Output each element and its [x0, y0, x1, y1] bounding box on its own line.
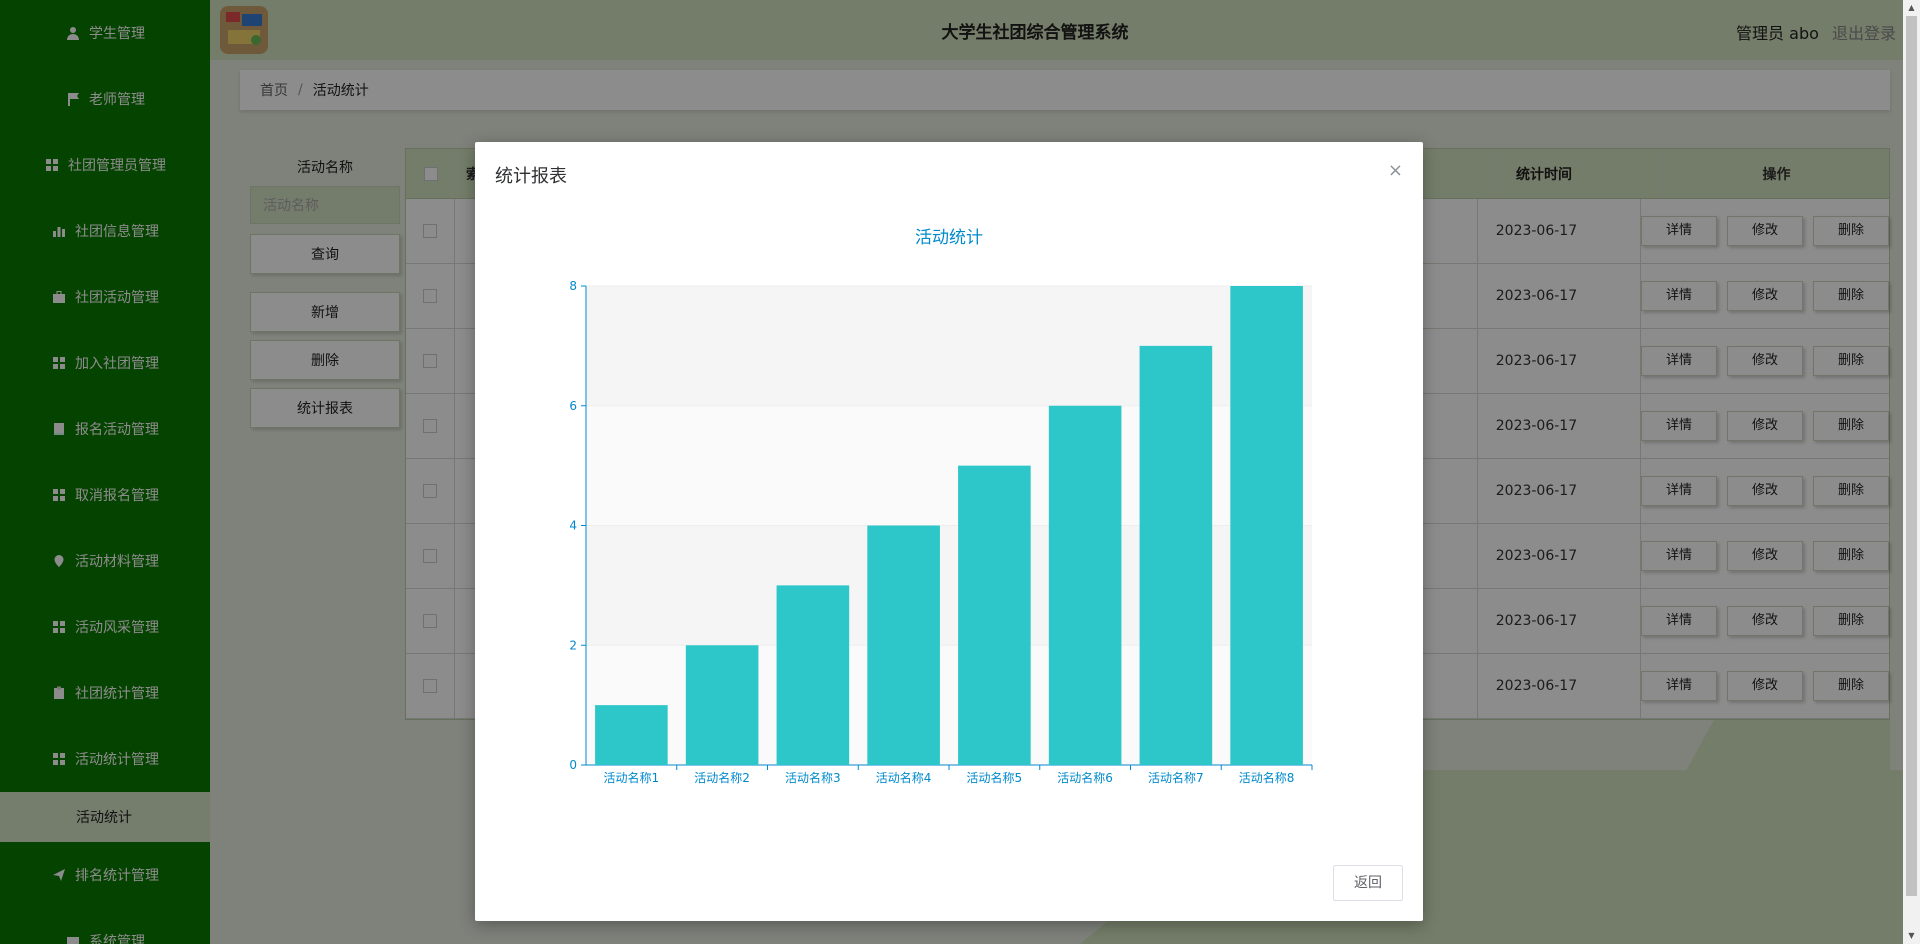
bar [958, 465, 1031, 765]
x-tick-label: 活动名称2 [694, 770, 750, 785]
y-tick-label: 4 [569, 519, 577, 533]
y-tick-label: 8 [569, 279, 577, 293]
bar [685, 645, 759, 765]
bar [776, 585, 850, 765]
bar [1230, 286, 1303, 765]
chart-container: 活动统计 0 2 4 6 8 活动名称1 活动名称2 活动名称3 活动名称4 活动名称5 活动名称6 活… [475, 142, 1423, 842]
x-tick-label: 活动名称3 [785, 770, 841, 785]
x-tick-label: 活动名称4 [876, 770, 932, 785]
x-tick-label: 活动名称6 [1057, 770, 1113, 785]
x-tick-label: 活动名称5 [967, 770, 1023, 785]
y-tick-label: 6 [569, 399, 577, 413]
report-modal: 统计报表 × 活动统计 0 2 4 6 8 活动名称1 活动名称2 活动名称3 活动名称4 活动名称… [475, 142, 1423, 921]
bar [1048, 405, 1122, 765]
y-tick-label: 2 [569, 638, 577, 652]
x-tick-label: 活动名称8 [1239, 770, 1295, 785]
scroll-up-icon[interactable]: ▲ [1903, 0, 1920, 16]
back-button[interactable]: 返回 [1333, 865, 1403, 901]
bar-chart: 活动统计 0 2 4 6 8 活动名称1 活动名称2 活动名称3 活动名称4 活动名称5 活动名称6 活… [569, 228, 1313, 785]
bar [595, 705, 668, 765]
bar [867, 525, 940, 765]
chart-title: 活动统计 [915, 228, 983, 248]
y-tick-label: 0 [569, 758, 577, 772]
x-tick-label: 活动名称1 [604, 770, 660, 785]
bar [1139, 345, 1213, 765]
scroll-down-icon[interactable]: ▼ [1903, 928, 1920, 944]
scrollbar[interactable]: ▲ ▼ [1903, 0, 1920, 944]
scroll-thumb[interactable] [1906, 16, 1917, 896]
x-tick-label: 活动名称7 [1148, 770, 1204, 785]
